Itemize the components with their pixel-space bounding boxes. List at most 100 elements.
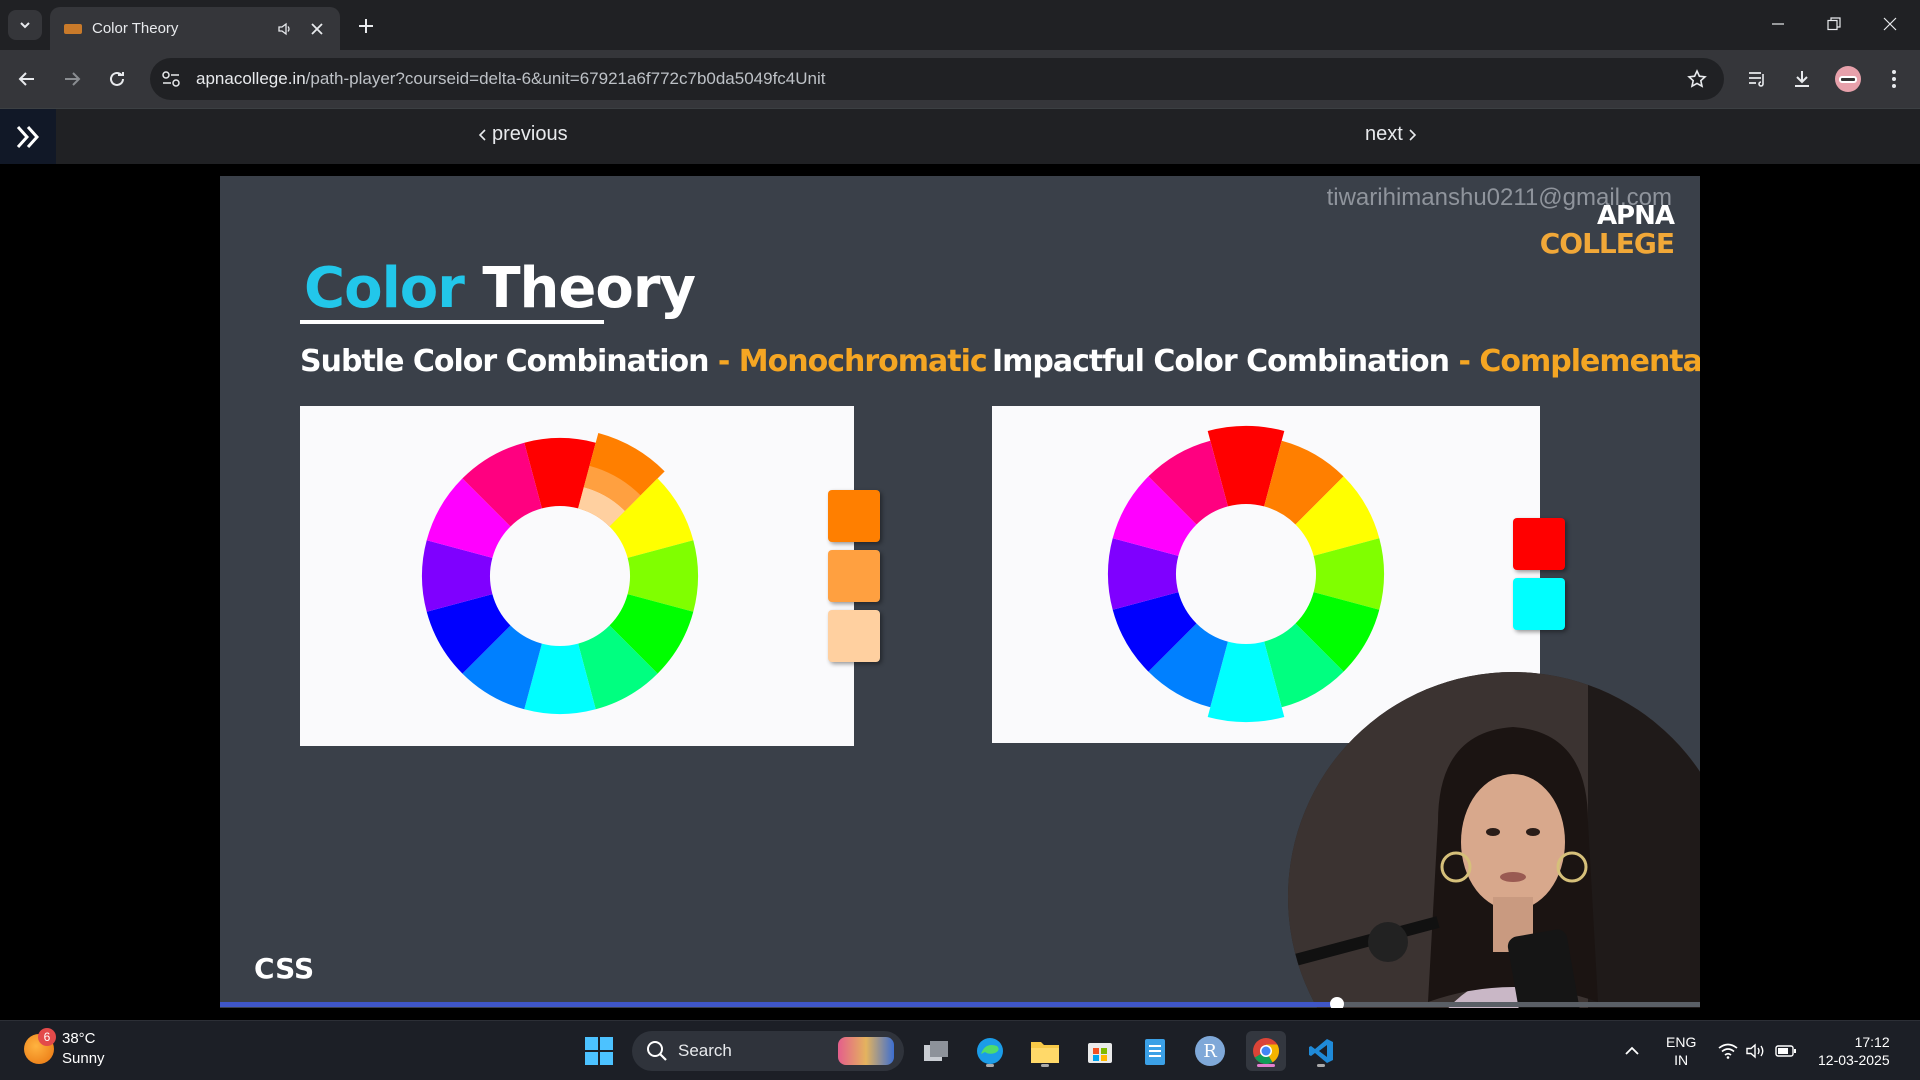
browser-tab[interactable]: Color Theory [50, 7, 340, 50]
bookmark-star-icon[interactable] [1684, 66, 1710, 92]
title-color-word: Color [304, 256, 465, 321]
monochromatic-panel [300, 406, 854, 746]
edge-icon[interactable] [970, 1031, 1010, 1071]
download-icon[interactable] [1786, 63, 1818, 95]
file-explorer-icon[interactable] [1025, 1031, 1065, 1071]
right-heading-accent: Complementary [1479, 344, 1700, 379]
comp-swatch-2 [1513, 578, 1565, 630]
player-nav-bar: previous next [0, 108, 1920, 165]
vscode-icon[interactable] [1301, 1031, 1341, 1071]
store-icon[interactable] [1080, 1031, 1120, 1071]
battery-icon[interactable] [1774, 1039, 1798, 1063]
new-tab-button[interactable] [352, 12, 380, 40]
video-player[interactable]: tiwarihimanshu0211@gmail.com APNA COLLEG… [220, 176, 1700, 1008]
reading-list-icon[interactable] [1741, 63, 1773, 95]
notepad-icon[interactable] [1135, 1031, 1175, 1071]
title-theory-word: Theory [482, 256, 696, 321]
weather-badge: 6 [38, 1028, 56, 1046]
title-underline [300, 320, 604, 324]
plus-icon [359, 19, 373, 33]
clock-time: 17:12 [1854, 1034, 1890, 1050]
next-label: next [1365, 123, 1403, 145]
slide-title: Color Theory [304, 256, 696, 321]
windows-taskbar: 6 38°C Sunny Search R ENG IN 17:12 12-03… [0, 1020, 1920, 1080]
right-heading-text: Impactful Color Combination [992, 344, 1450, 379]
right-heading-sep: - [1449, 344, 1480, 379]
mono-swatch-3 [828, 610, 880, 662]
complementary-color-wheel [1108, 426, 1384, 722]
monochromatic-color-wheel [422, 433, 698, 714]
chevron-right-icon [1409, 128, 1416, 141]
lang-line2: IN [1674, 1052, 1689, 1068]
chrome-icon[interactable] [1246, 1031, 1286, 1071]
left-heading: Subtle Color Combination - Monochromatic [300, 344, 988, 379]
mono-swatch-1 [828, 490, 880, 542]
speaker-icon[interactable] [274, 18, 296, 40]
reload-button[interactable] [101, 63, 133, 95]
logo-line2: COLLEGE [1539, 227, 1675, 260]
task-view-icon[interactable] [916, 1031, 956, 1071]
minimize-icon [1772, 23, 1784, 25]
url-host: apnacollege.in [196, 69, 306, 88]
sun-icon: 6 [24, 1028, 56, 1064]
minimize-button[interactable] [1758, 8, 1798, 40]
progress-scrubber[interactable] [1330, 997, 1345, 1008]
next-button[interactable]: next [1365, 123, 1417, 146]
left-heading-sep: - [708, 344, 739, 379]
tab-search-button[interactable] [8, 10, 42, 40]
logo-line1: APNA [1596, 201, 1675, 231]
tab-title: Color Theory [92, 20, 179, 37]
close-window-button[interactable] [1870, 8, 1910, 40]
vscode-indicator [1317, 1064, 1325, 1067]
back-icon [18, 72, 34, 86]
browser-toolbar: apnacollege.in/path-player?courseid=delt… [0, 50, 1920, 108]
restore-icon [1827, 17, 1841, 31]
reload-icon [110, 71, 124, 86]
left-heading-accent: Monochromatic [738, 344, 988, 379]
clock-date: 12-03-2025 [1818, 1052, 1890, 1068]
search-icon [647, 1041, 667, 1061]
tab-close-icon[interactable] [306, 18, 328, 40]
weather-temp: 38°C [62, 1030, 96, 1047]
search-label: Search [678, 1041, 732, 1060]
chevron-down-icon [20, 22, 30, 29]
address-bar[interactable]: apnacollege.in/path-player?courseid=delt… [150, 58, 1724, 100]
language-indicator[interactable]: ENG IN [1666, 1033, 1696, 1069]
mono-swatch-2 [828, 550, 880, 602]
weather-desc: Sunny [62, 1050, 105, 1067]
url-path: /path-player?courseid=delta-6&unit=67921… [305, 69, 826, 88]
chevron-left-icon [478, 128, 486, 141]
url-text: apnacollege.in/path-player?courseid=delt… [196, 69, 826, 89]
site-info-icon[interactable] [156, 64, 186, 94]
left-heading-text: Subtle Color Combination [300, 344, 709, 379]
favicon-icon [64, 23, 82, 34]
video-stage: tiwarihimanshu0211@gmail.com APNA COLLEG… [0, 164, 1920, 1020]
right-heading: Impactful Color Combination - Complement… [992, 344, 1700, 379]
tab-strip: Color Theory [0, 0, 1920, 50]
r-app-icon[interactable]: R [1190, 1031, 1230, 1071]
explorer-indicator [1041, 1064, 1049, 1067]
css-label: CSS [254, 952, 315, 985]
forward-icon [65, 72, 81, 86]
back-button[interactable] [11, 63, 43, 95]
windows-start-icon[interactable] [579, 1031, 619, 1071]
chrome-indicator [1257, 1064, 1275, 1067]
volume-icon[interactable] [1744, 1039, 1768, 1063]
system-clock[interactable]: 17:12 12-03-2025 [1818, 1033, 1890, 1069]
menu-icon[interactable] [1878, 63, 1910, 95]
taskbar-search[interactable]: Search [632, 1031, 904, 1071]
double-chevron-right-icon [16, 125, 40, 149]
chevron-up-icon[interactable] [1620, 1039, 1644, 1063]
restore-button[interactable] [1814, 8, 1854, 40]
progress-fill [220, 1002, 1338, 1007]
weather-widget[interactable]: 6 38°C Sunny [24, 1028, 105, 1069]
edge-indicator [986, 1064, 994, 1067]
profile-icon[interactable] [1832, 63, 1864, 95]
lang-line1: ENG [1666, 1034, 1697, 1050]
previous-button[interactable]: previous [478, 123, 568, 146]
wifi-icon[interactable] [1716, 1039, 1740, 1063]
forward-button[interactable] [56, 63, 88, 95]
apna-college-logo: APNA COLLEGE [1539, 201, 1675, 260]
sidebar-toggle-button[interactable] [0, 109, 56, 165]
close-icon [1883, 17, 1897, 31]
